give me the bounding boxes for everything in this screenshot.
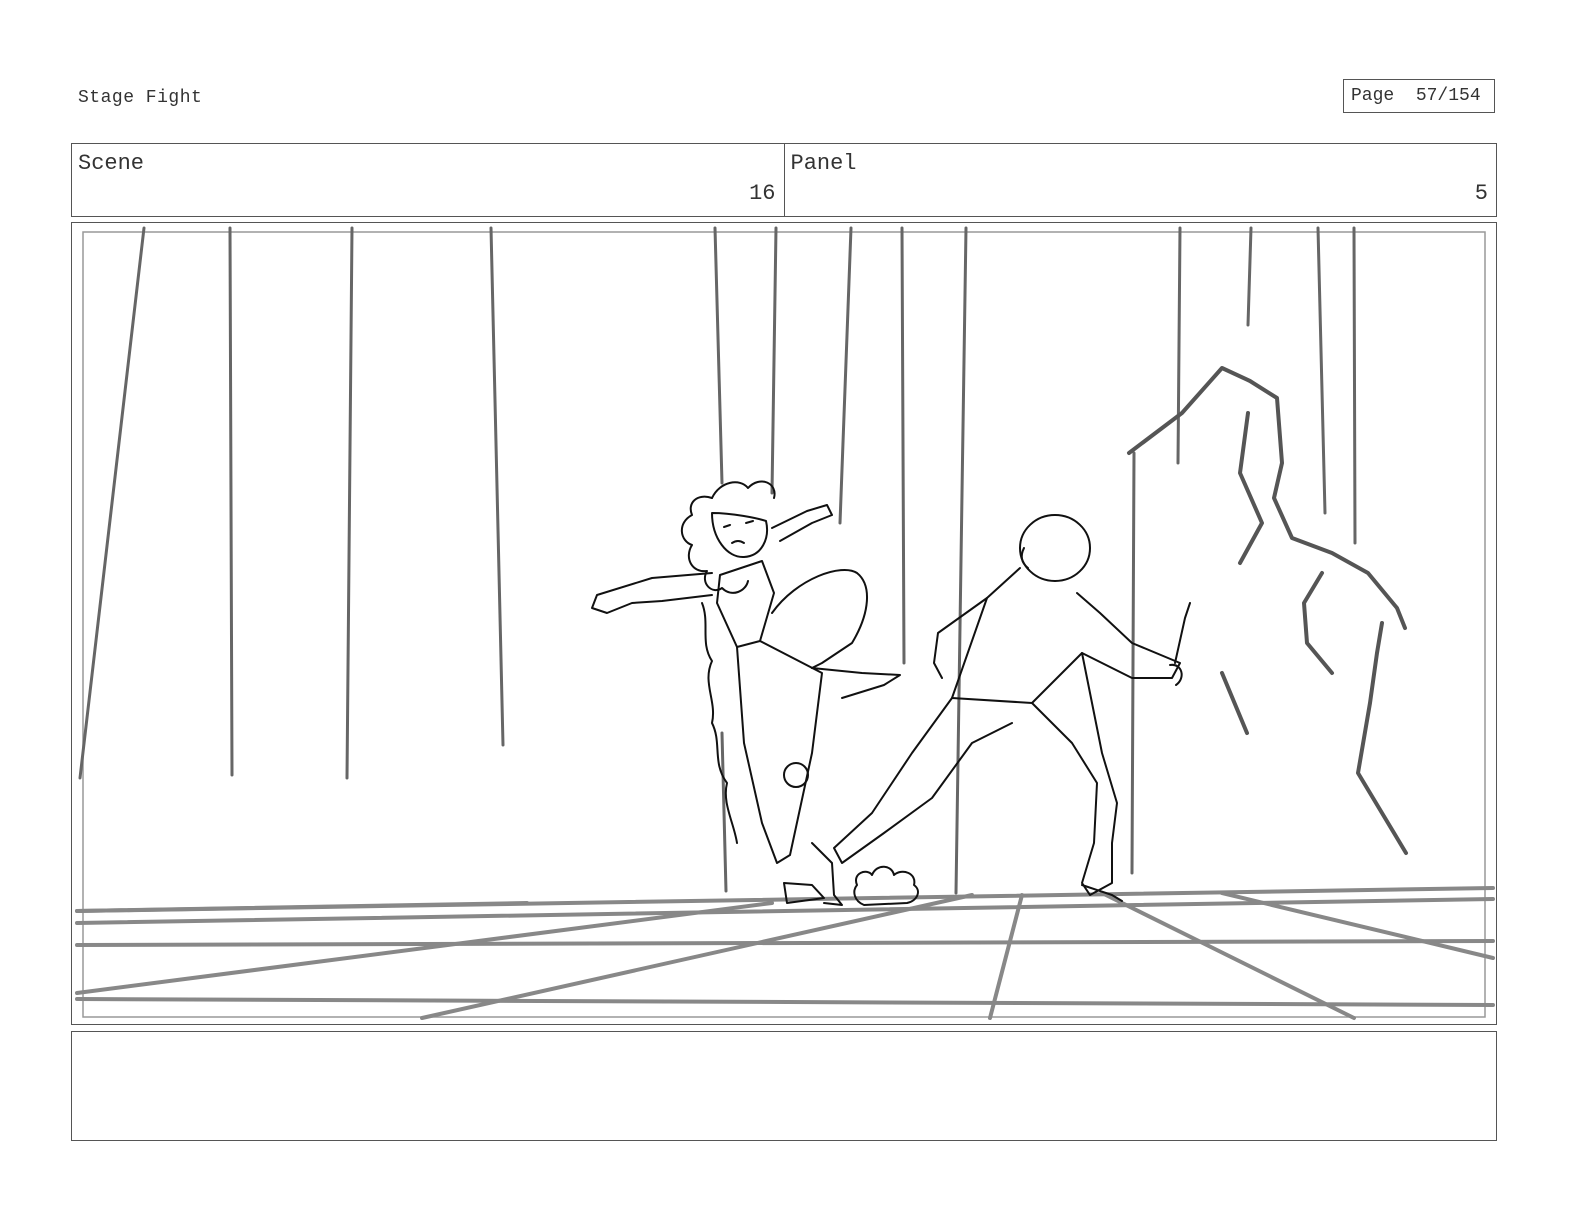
scene-panel-info-row: Scene 16 Panel 5 (71, 143, 1497, 217)
panel-cell: Panel 5 (783, 144, 1497, 216)
notes-box (71, 1031, 1497, 1141)
panel-value: 5 (1474, 181, 1488, 206)
page-number: 57/154 (1415, 86, 1481, 106)
page-label: Page (1351, 86, 1395, 106)
scene-value: 16 (749, 181, 776, 206)
scene-label: Scene (78, 151, 145, 176)
page-indicator: Page 57/154 (1343, 79, 1495, 113)
panel-label: Panel (790, 151, 857, 176)
storyboard-sketch-image (75, 226, 1495, 1020)
storyboard-panel (71, 222, 1497, 1025)
document-title: Stage Fight (78, 88, 203, 108)
scene-cell: Scene 16 (72, 144, 784, 216)
